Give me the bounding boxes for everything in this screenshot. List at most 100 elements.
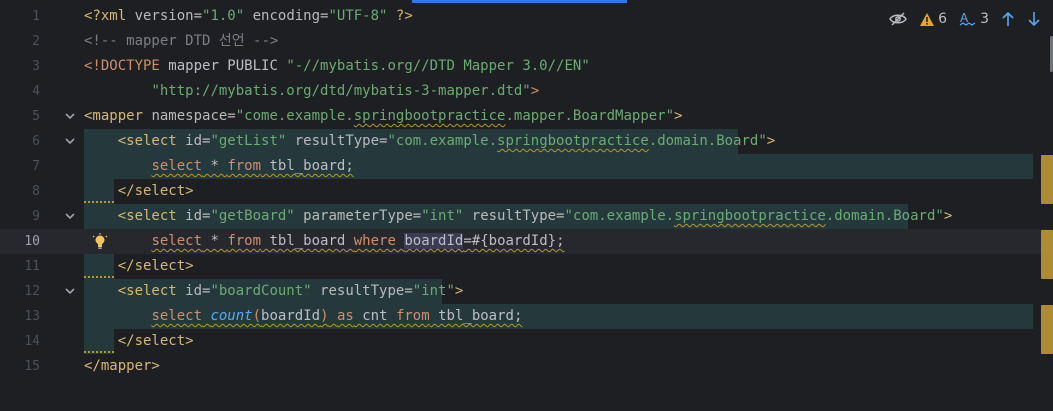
code-token: "http://mybatis.org/dtd/mybatis-3-mapper…: [151, 83, 531, 99]
typos-count: 3: [980, 11, 989, 27]
warning-marker[interactable]: [1041, 230, 1053, 279]
gutter[interactable]: 14: [0, 329, 80, 354]
code-line[interactable]: 13 select count(boardId) as cnt from tbl…: [0, 304, 1053, 329]
code-token: <select: [117, 283, 186, 299]
code-token: "-//mybatis.org//DTD Mapper 3.0//EN": [286, 58, 590, 74]
gutter[interactable]: 12: [0, 279, 80, 304]
code-token: id=: [185, 283, 211, 299]
code-token: where: [353, 233, 396, 249]
code-token: >: [454, 283, 464, 299]
code-token: "com.example.: [387, 133, 498, 149]
warnings-count: 6: [938, 11, 948, 27]
code-line[interactable]: 11 </select>: [0, 254, 1053, 279]
code-line[interactable]: 10 select * from tbl_board where boardId…: [0, 229, 1053, 254]
code-text[interactable]: <select id="getList" resultType="com.exa…: [84, 129, 776, 154]
code-token: .mapper.BoardMapper": [505, 108, 675, 124]
gutter[interactable]: 6: [0, 129, 80, 154]
code-token: resultType=: [463, 208, 565, 224]
gutter[interactable]: 5: [0, 104, 80, 129]
code-text[interactable]: select count(boardId) as cnt from tbl_bo…: [84, 304, 522, 329]
code-editor[interactable]: 1 <?xml version="1.0" encoding="UTF-8" ?>…: [0, 4, 1053, 379]
code-text[interactable]: <!-- mapper DTD 선언 -->: [84, 29, 278, 54]
line-number[interactable]: 15: [0, 354, 40, 379]
code-token: "come.example.: [235, 108, 354, 124]
code-line[interactable]: 9 <select id="getBoard" parameterType="i…: [0, 204, 1053, 229]
warnings-counter[interactable]: 6: [919, 11, 947, 27]
line-number[interactable]: 4: [0, 79, 40, 104]
gutter[interactable]: 3: [0, 54, 80, 79]
code-token: ?>: [387, 8, 413, 24]
line-number[interactable]: 2: [0, 29, 40, 54]
code-token: namespace=: [151, 108, 236, 124]
line-number[interactable]: 14: [0, 329, 40, 354]
inspection-widget[interactable]: 6 A 3: [889, 8, 1041, 30]
warning-marker[interactable]: [1041, 305, 1053, 354]
code-token: "getList": [210, 133, 287, 149]
gutter[interactable]: 4: [0, 79, 80, 104]
warning-marker[interactable]: [1041, 155, 1053, 204]
code-token: .domain.Board": [648, 133, 767, 149]
code-text[interactable]: <select id="getBoard" parameterType="int…: [84, 204, 953, 229]
code-text[interactable]: <select id="boardCount" resultType="int"…: [84, 279, 464, 304]
code-line[interactable]: 6 <select id="getList" resultType="com.e…: [0, 129, 1053, 154]
code-line[interactable]: 7 select * from tbl_board;: [0, 154, 1053, 179]
code-text[interactable]: select * from tbl_board;: [84, 154, 353, 179]
code-line[interactable]: 15 </mapper>: [0, 354, 1053, 379]
warning-underline: [84, 273, 114, 278]
line-number[interactable]: 1: [0, 4, 40, 29]
code-token: <select: [117, 208, 186, 224]
line-number[interactable]: 6: [0, 129, 40, 154]
code-text[interactable]: <?xml version="1.0" encoding="UTF-8" ?>: [84, 4, 413, 29]
code-token: "com.example.: [564, 208, 675, 224]
line-number[interactable]: 10: [0, 229, 40, 254]
gutter[interactable]: 15: [0, 354, 80, 379]
typos-counter[interactable]: A 3: [959, 11, 989, 27]
line-number[interactable]: 9: [0, 204, 40, 229]
line-number[interactable]: 12: [0, 279, 40, 304]
warning-icon: [920, 12, 935, 26]
gutter[interactable]: 11: [0, 254, 80, 279]
code-token: id=: [185, 133, 211, 149]
line-number[interactable]: 8: [0, 179, 40, 204]
gutter[interactable]: 2: [0, 29, 80, 54]
reader-mode-toggle[interactable]: [889, 12, 907, 26]
code-token: =#{boardId};: [463, 233, 565, 249]
gutter[interactable]: 10: [0, 229, 108, 254]
code-token: </select>: [117, 258, 194, 274]
code-line[interactable]: 8 </select>: [0, 179, 1053, 204]
code-line[interactable]: 12 <select id="boardCount" resultType="i…: [0, 279, 1053, 304]
svg-text:A: A: [960, 11, 969, 25]
next-highlight-button[interactable]: [1027, 11, 1041, 27]
code-text[interactable]: "http://mybatis.org/dtd/mybatis-3-mapper…: [84, 79, 539, 104]
code-text[interactable]: select * from tbl_board where boardId=#{…: [84, 229, 565, 254]
code-line[interactable]: 3 <!DOCTYPE mapper PUBLIC "-//mybatis.org…: [0, 54, 1053, 79]
code-line[interactable]: 4 "http://mybatis.org/dtd/mybatis-3-mapp…: [0, 79, 1053, 104]
code-line[interactable]: 5 <mapper namespace="come.example.springb…: [0, 104, 1053, 129]
previous-highlight-button[interactable]: [1001, 11, 1015, 27]
gutter[interactable]: 8: [0, 179, 80, 204]
line-number[interactable]: 11: [0, 254, 40, 279]
code-token: boardId: [261, 308, 321, 324]
code-text[interactable]: <mapper namespace="come.example.springbo…: [84, 104, 682, 129]
code-token: (: [252, 308, 262, 324]
gutter[interactable]: 1: [0, 4, 80, 29]
line-number[interactable]: 5: [0, 104, 40, 129]
code-token: id=: [185, 208, 211, 224]
line-number[interactable]: 7: [0, 154, 40, 179]
gutter[interactable]: 9: [0, 204, 80, 229]
line-number[interactable]: 3: [0, 54, 40, 79]
gutter[interactable]: 13: [0, 304, 80, 329]
code-text[interactable]: <!DOCTYPE mapper PUBLIC "-//mybatis.org/…: [84, 54, 590, 79]
code-line[interactable]: 14 </select>: [0, 329, 1053, 354]
gutter[interactable]: 7: [0, 154, 80, 179]
code-token: springbootpractice: [353, 108, 506, 124]
code-line[interactable]: 2 <!-- mapper DTD 선언 -->: [0, 29, 1053, 54]
code-text[interactable]: </mapper>: [84, 354, 160, 379]
line-number[interactable]: 13: [0, 304, 40, 329]
